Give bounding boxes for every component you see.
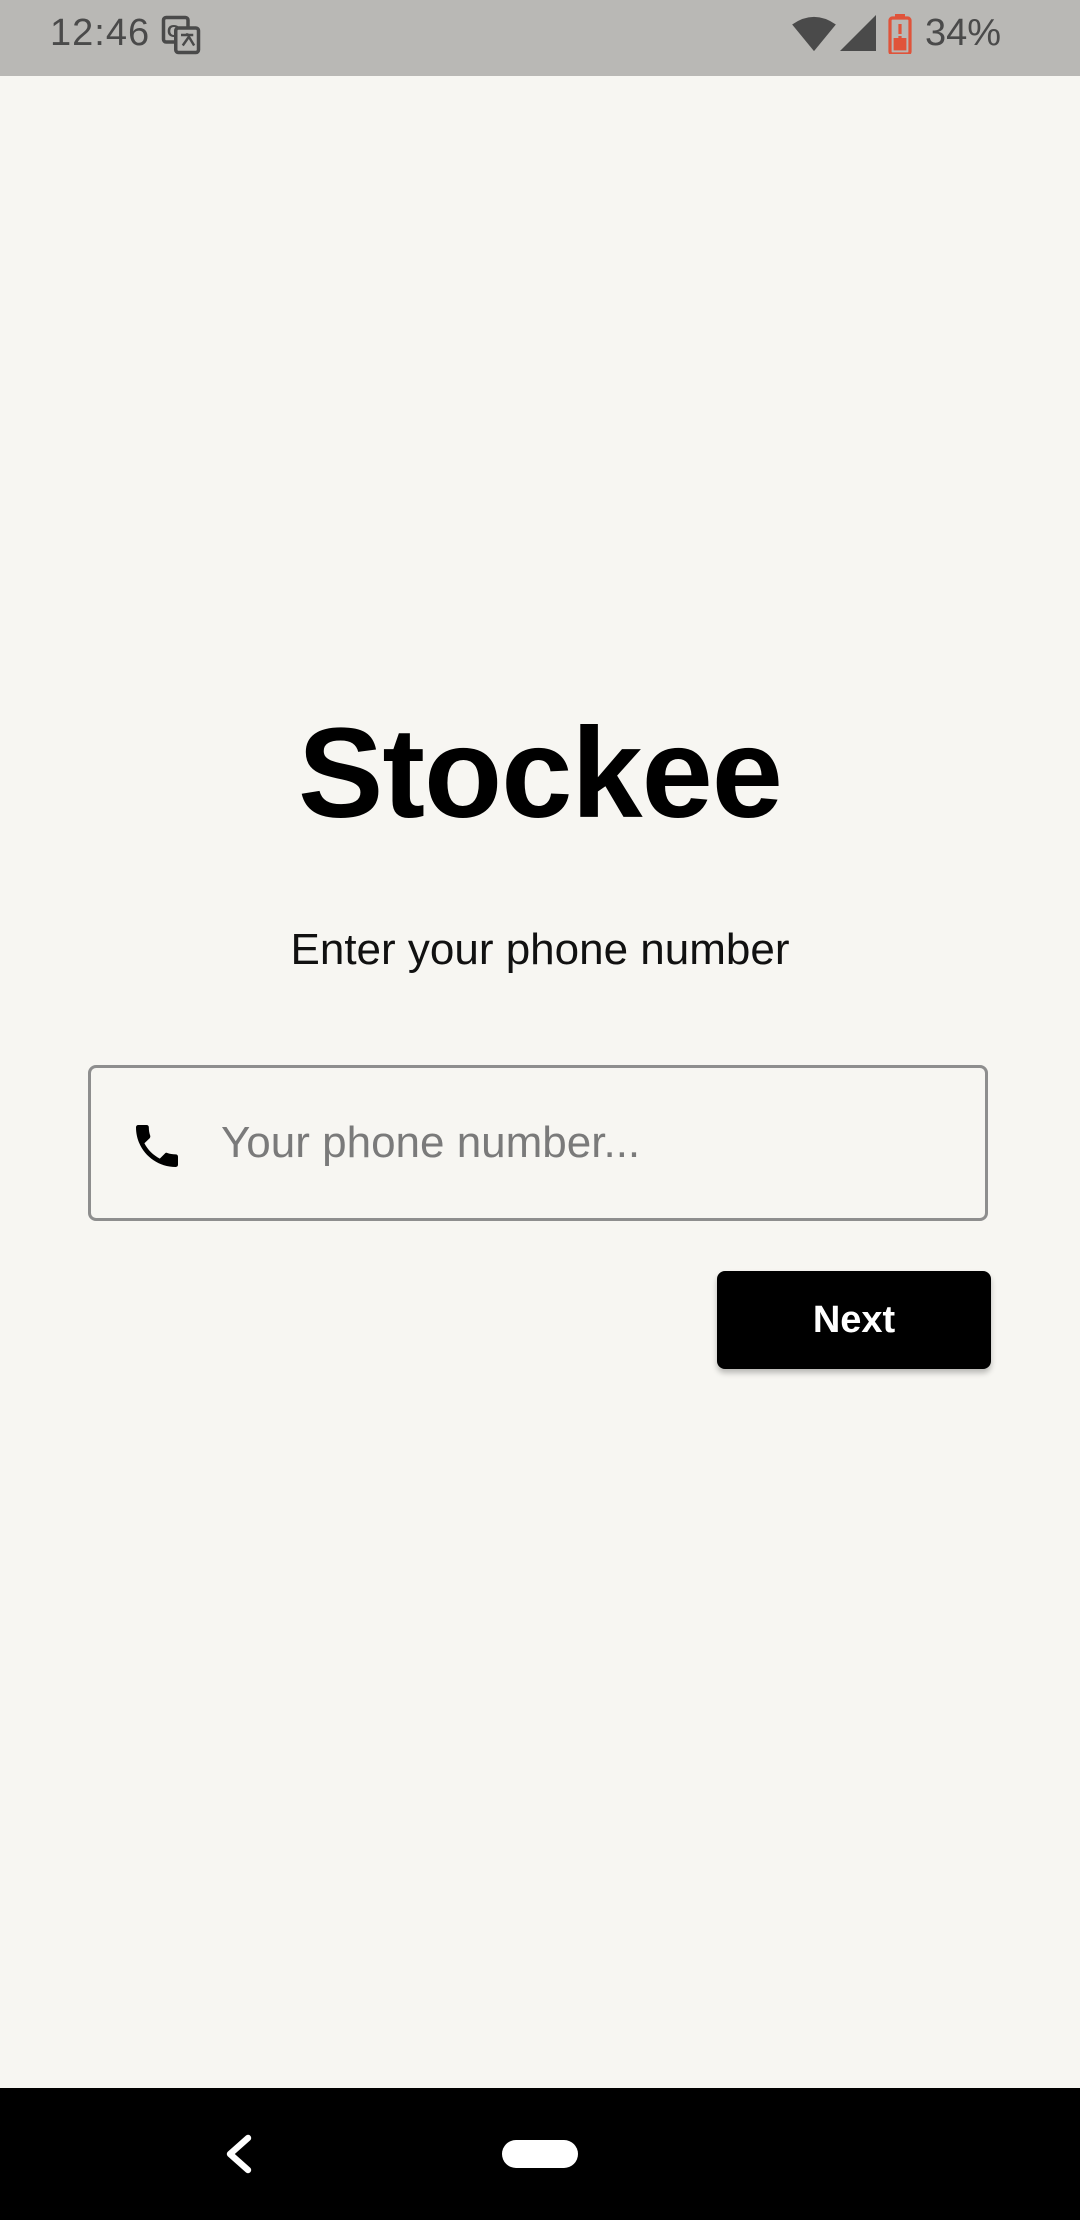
- back-icon[interactable]: [222, 2134, 256, 2174]
- phone-field[interactable]: [88, 1065, 988, 1221]
- signal-icon: [840, 15, 876, 51]
- status-bar: 12:46 G 34%: [0, 0, 1080, 76]
- subtitle: Enter your phone number: [290, 925, 790, 974]
- phone-icon: [136, 1125, 178, 1167]
- battery-icon: [888, 14, 912, 54]
- home-pill[interactable]: [502, 2140, 578, 2168]
- phone-input[interactable]: [221, 1100, 961, 1186]
- next-button[interactable]: Next: [717, 1271, 991, 1369]
- translate-icon: G: [161, 15, 201, 55]
- status-time: 12:46: [50, 12, 151, 54]
- battery-percent: 34%: [925, 12, 1002, 54]
- app-title: Stockee: [298, 702, 783, 845]
- navigation-bar: [0, 2088, 1080, 2220]
- wifi-icon: [792, 16, 836, 52]
